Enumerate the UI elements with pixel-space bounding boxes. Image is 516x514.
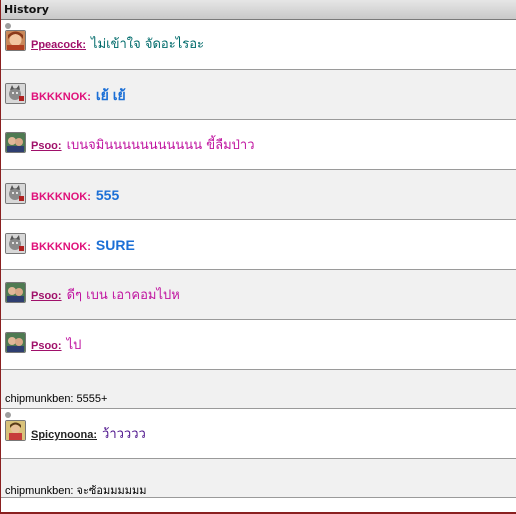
woman-avatar-icon xyxy=(5,420,26,441)
message-text: chipmunkben: 5555+ xyxy=(5,393,108,405)
message-text: ว้าวววว xyxy=(102,427,146,442)
username-link[interactable]: Spicynoona: xyxy=(31,429,97,441)
list-item: Psoo: ไป xyxy=(1,320,516,370)
username-link[interactable]: Psoo: xyxy=(31,140,62,152)
girl-avatar-icon xyxy=(5,30,26,51)
message-text: 555 xyxy=(95,187,120,203)
couple-avatar-icon xyxy=(5,332,26,353)
list-item: Ppeacock: ไม่เข้าใจ จัดอะไรอะ xyxy=(1,20,516,70)
couple-avatar-icon xyxy=(5,132,26,153)
username-link[interactable]: Psoo: xyxy=(31,290,62,302)
list-item: Psoo: ดีๆ เบน เอาคอมไปห xyxy=(1,270,516,320)
message-text: ไป xyxy=(66,338,82,353)
history-window: History Ppeacock: ไม่เข้าใจ จัดอะไรอะ BKK… xyxy=(0,0,516,514)
cat-avatar-icon xyxy=(5,233,26,254)
list-item: BKKKNOK: SURE xyxy=(1,220,516,270)
message-text: ดีๆ เบน เอาคอมไปห xyxy=(66,288,180,303)
status-dot-icon xyxy=(5,412,11,418)
list-item: chipmunkben: 5555+ xyxy=(1,370,516,409)
message-text: เบนจมินนนนนนนนนนน ขี้ลืมป่าว xyxy=(66,138,255,153)
message-text: SURE xyxy=(95,237,135,253)
couple-avatar-icon xyxy=(5,282,26,303)
cat-avatar-icon xyxy=(5,183,26,204)
username-label: BKKKNOK: xyxy=(31,191,91,203)
list-item: Spicynoona: ว้าวววว xyxy=(1,409,516,459)
message-line: BKKKNOK: เย้ เย้ xyxy=(31,85,126,107)
list-item: BKKKNOK: เย้ เย้ xyxy=(1,70,516,120)
list-item: chipmunkben: จะซ้อมมมมมม xyxy=(1,459,516,498)
window-title: History xyxy=(1,0,516,20)
message-line: Spicynoona: ว้าวววว xyxy=(31,423,146,444)
message-text: เย้ เย้ xyxy=(95,87,126,103)
cat-avatar-icon xyxy=(5,83,26,104)
message-line: Psoo: ไป xyxy=(31,334,81,355)
status-dot-icon xyxy=(5,23,11,29)
message-line: Psoo: เบนจมินนนนนนนนนนน ขี้ลืมป่าว xyxy=(31,134,255,155)
username-link[interactable]: Ppeacock: xyxy=(31,39,86,51)
message-line: BKKKNOK: SURE xyxy=(31,235,135,254)
message-text: chipmunkben: จะซ้อมมมมมม xyxy=(5,485,147,497)
username-label: BKKKNOK: xyxy=(31,241,91,253)
message-line: Ppeacock: ไม่เข้าใจ จัดอะไรอะ xyxy=(31,33,204,54)
list-item: BKKKNOK: 555 xyxy=(1,170,516,220)
message-line: BKKKNOK: 555 xyxy=(31,185,119,204)
username-link[interactable]: Psoo: xyxy=(31,340,62,352)
list-item: Psoo: เบนจมินนนนนนนนนนน ขี้ลืมป่าว xyxy=(1,120,516,170)
message-line: Psoo: ดีๆ เบน เอาคอมไปห xyxy=(31,284,180,305)
username-label: BKKKNOK: xyxy=(31,91,91,103)
message-text: ไม่เข้าใจ จัดอะไรอะ xyxy=(91,37,205,52)
